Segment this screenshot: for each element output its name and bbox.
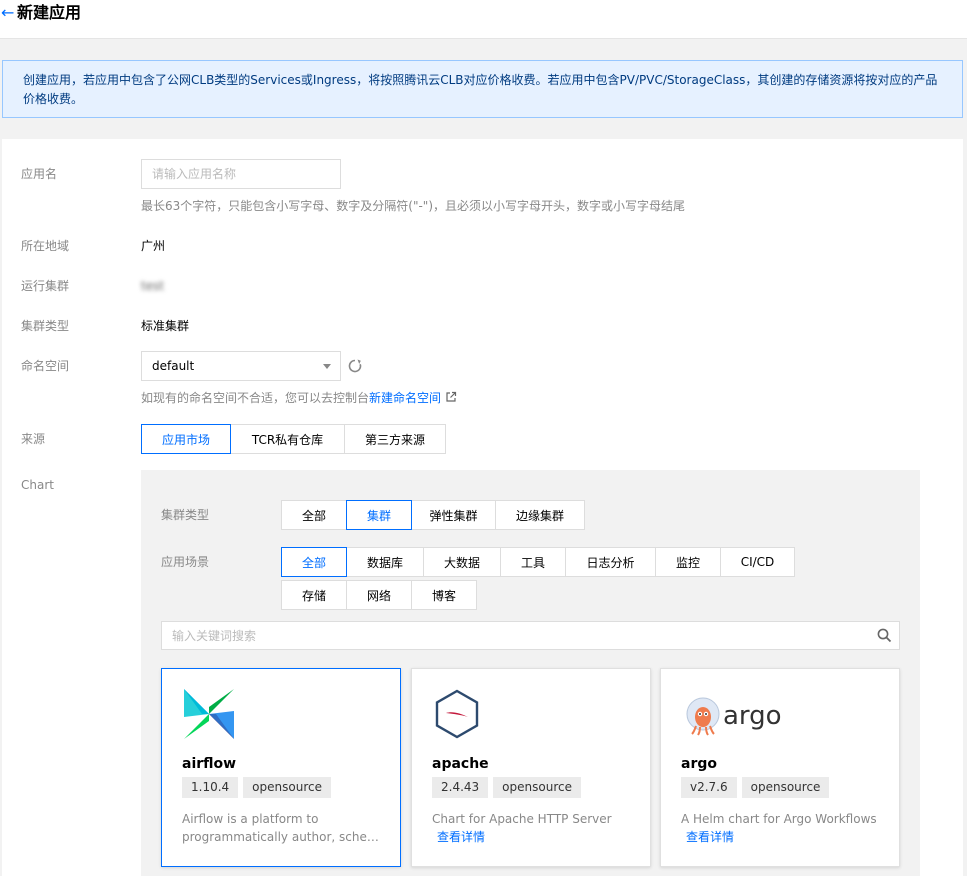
card-name: apache xyxy=(432,756,489,772)
scenario-filter-row1: 全部 数据库 大数据 工具 日志分析 监控 CI/CD xyxy=(281,547,795,577)
source-app-market[interactable]: 应用市场 xyxy=(141,424,231,454)
view-details-link[interactable]: 查看详情 xyxy=(437,828,485,846)
argo-logo-icon: argo xyxy=(686,697,781,736)
chevron-down-icon xyxy=(323,364,331,369)
refresh-icon[interactable] xyxy=(347,358,363,374)
card-description-line: programmatically author, schedul... xyxy=(182,830,382,844)
app-name-input[interactable] xyxy=(141,159,341,189)
back-arrow-icon[interactable]: ← xyxy=(1,3,17,23)
card-description: A Helm chart for Argo Workflows xyxy=(681,810,881,828)
version-tag: 2.4.43 xyxy=(432,777,489,798)
opensource-tag: opensource xyxy=(243,777,331,798)
scenario-filter-row2: 存储 网络 博客 xyxy=(281,580,477,610)
scenario-all[interactable]: 全部 xyxy=(281,547,347,577)
cluster-value: test xyxy=(141,279,165,293)
namespace-hint-text: 如现有的命名空间不合适，您可以去控制台 xyxy=(141,391,370,405)
namespace-label: 命名空间 xyxy=(21,359,70,373)
scenario-tools[interactable]: 工具 xyxy=(500,547,566,577)
chart-search-input[interactable] xyxy=(162,622,862,649)
filter-cluster-elastic[interactable]: 弹性集群 xyxy=(411,500,496,530)
card-name: airflow xyxy=(182,756,237,772)
notice-text: 创建应用，若应用中包含了公网CLB类型的Services或Ingress，将按照… xyxy=(23,73,938,106)
chart-card-airflow[interactable]: airflow 1.10.4 opensource Airflow is a p… xyxy=(161,668,401,867)
card-description: Chart for Apache HTTP Server xyxy=(432,810,632,828)
chart-label: Chart xyxy=(21,478,54,492)
create-app-form: 应用名 最长63个字符，只能包含小写字母、数字及分隔符("-")，且必须以小写字… xyxy=(2,139,963,876)
opensource-tag: opensource xyxy=(741,777,830,798)
card-description: Airflow is a platform to programmaticall… xyxy=(182,810,382,846)
source-third-party[interactable]: 第三方来源 xyxy=(344,424,446,454)
page-header: ← 新建应用 xyxy=(0,0,967,39)
card-description-line: Chart for Apache HTTP Server xyxy=(432,812,612,826)
card-description-line: A Helm chart for Argo Workflows xyxy=(681,812,877,826)
external-link-icon[interactable] xyxy=(445,391,457,403)
cluster-type-label: 集群类型 xyxy=(21,319,70,333)
region-value: 广州 xyxy=(141,239,166,253)
page-title: 新建应用 xyxy=(17,3,82,22)
new-namespace-link[interactable]: 新建命名空间 xyxy=(369,391,441,405)
chart-card-apache[interactable]: apache 2.4.43 opensource Chart for Apach… xyxy=(411,668,651,867)
version-tag: 1.10.4 xyxy=(182,777,239,798)
scenario-storage[interactable]: 存储 xyxy=(281,580,347,610)
card-description-line: Airflow is a platform to xyxy=(182,812,319,826)
namespace-hint: 如现有的命名空间不合适，您可以去控制台新建命名空间 xyxy=(141,390,457,406)
chart-panel: 集群类型 全部 集群 弹性集群 边缘集群 应用场景 全部 数据库 大数据 工具 … xyxy=(141,470,920,876)
view-details-link[interactable]: 查看详情 xyxy=(686,828,734,846)
chart-search-box xyxy=(161,621,900,650)
scenario-network[interactable]: 网络 xyxy=(346,580,412,610)
info-notice: 创建应用，若应用中包含了公网CLB类型的Services或Ingress，将按照… xyxy=(2,60,963,118)
filter-cluster-standard[interactable]: 集群 xyxy=(346,500,412,530)
card-tags: 2.4.43 opensource xyxy=(432,777,581,798)
source-selector: 应用市场 TCR私有仓库 第三方来源 xyxy=(141,424,446,454)
scenario-blog[interactable]: 博客 xyxy=(411,580,477,610)
app-name-hint: 最长63个字符，只能包含小写字母、数字及分隔符("-")，且必须以小写字母开头，… xyxy=(141,199,686,213)
scenario-log-analysis[interactable]: 日志分析 xyxy=(565,547,656,577)
source-tcr-registry[interactable]: TCR私有仓库 xyxy=(230,424,345,454)
namespace-selected-value: default xyxy=(152,359,195,373)
card-tags: 1.10.4 opensource xyxy=(182,777,331,798)
filter-cluster-all[interactable]: 全部 xyxy=(281,500,347,530)
scenario-database[interactable]: 数据库 xyxy=(346,547,424,577)
cluster-type-filter: 全部 集群 弹性集群 边缘集群 xyxy=(281,500,585,530)
chart-cluster-type-label: 集群类型 xyxy=(161,508,210,522)
argo-logo-text: argo xyxy=(723,701,781,731)
cluster-label: 运行集群 xyxy=(21,279,70,293)
namespace-select[interactable]: default xyxy=(141,351,341,381)
apache-logo-icon xyxy=(435,689,479,739)
cluster-type-value: 标准集群 xyxy=(141,319,190,333)
scenario-label: 应用场景 xyxy=(161,555,210,569)
scenario-cicd[interactable]: CI/CD xyxy=(720,547,795,577)
source-label: 来源 xyxy=(21,432,46,446)
scenario-monitoring[interactable]: 监控 xyxy=(655,547,721,577)
version-tag: v2.7.6 xyxy=(681,777,737,798)
search-icon[interactable] xyxy=(877,628,892,643)
app-name-label: 应用名 xyxy=(21,167,58,181)
airflow-logo-icon xyxy=(184,689,234,739)
region-label: 所在地域 xyxy=(21,239,70,253)
filter-cluster-edge[interactable]: 边缘集群 xyxy=(495,500,585,530)
scenario-bigdata[interactable]: 大数据 xyxy=(423,547,501,577)
card-name: argo xyxy=(681,756,717,772)
opensource-tag: opensource xyxy=(493,777,581,798)
card-tags: v2.7.6 opensource xyxy=(681,777,830,798)
chart-card-argo[interactable]: argo argo v2.7.6 opensource A Helm chart… xyxy=(660,668,900,867)
